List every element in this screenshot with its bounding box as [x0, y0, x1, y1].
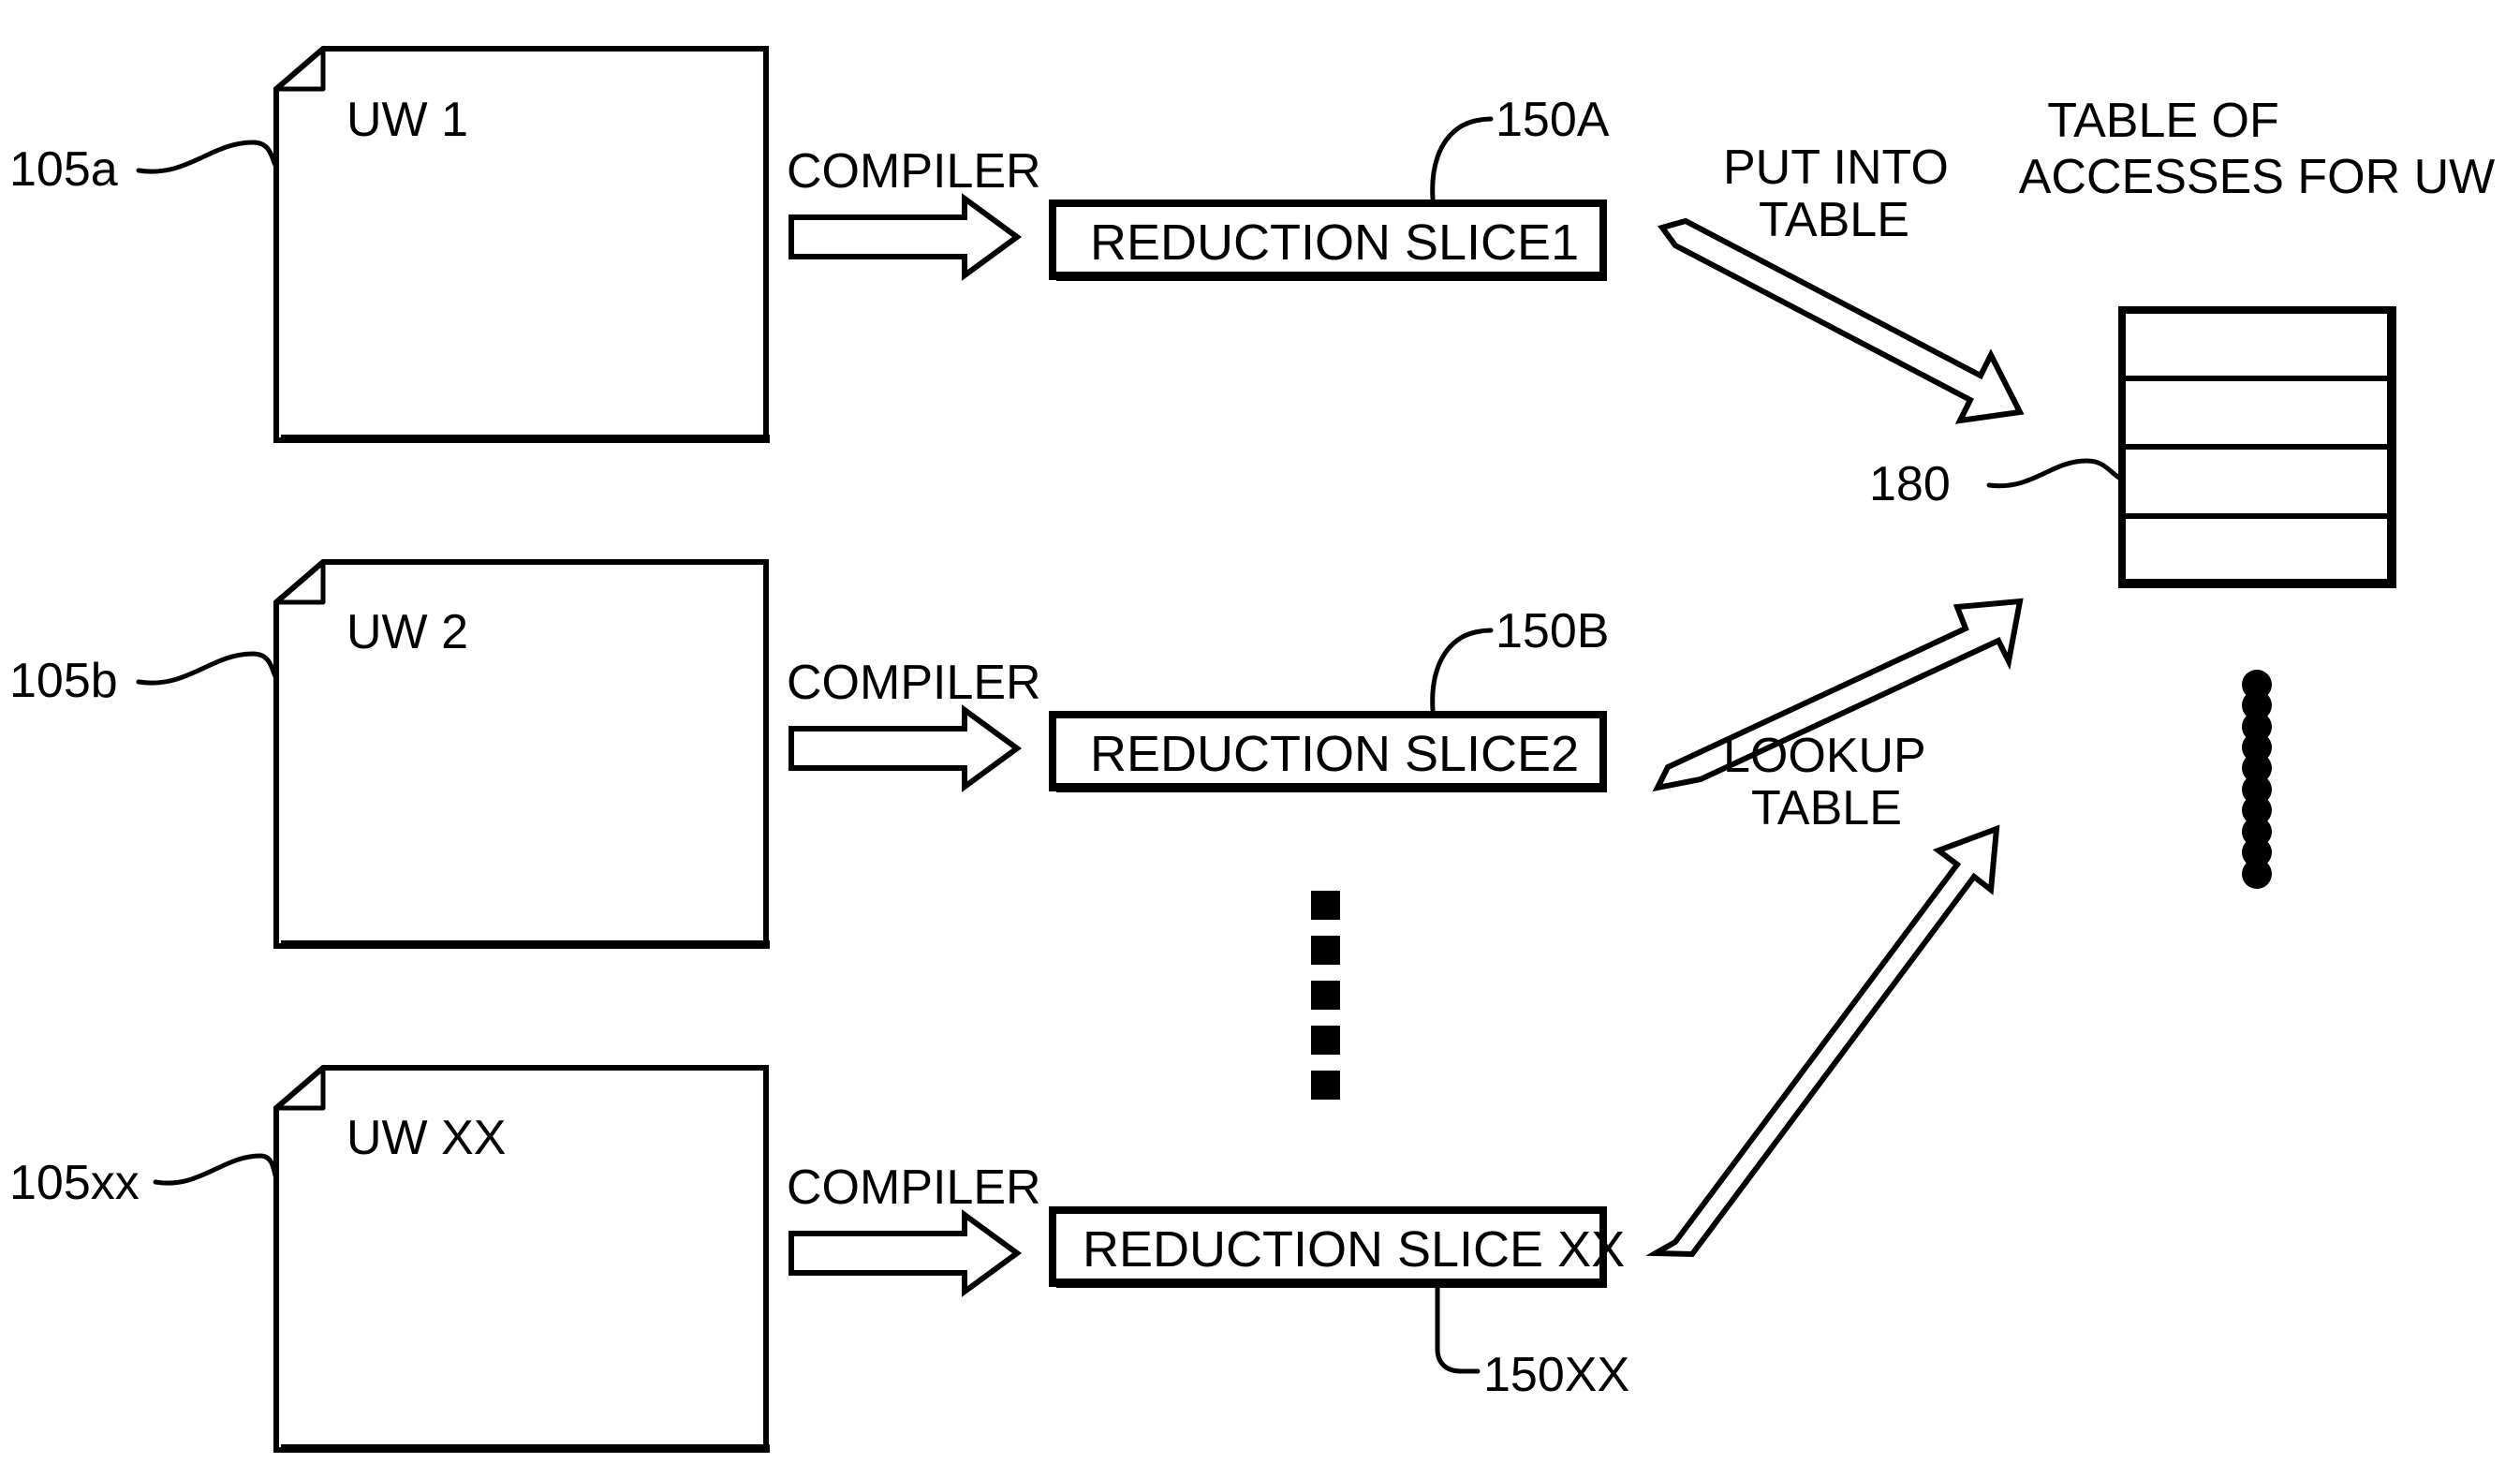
reduction-slice-label: REDUCTION SLICE XX — [1083, 1221, 1625, 1278]
document-bottom-shadow — [281, 1444, 770, 1453]
document-bottom-shadow — [281, 435, 770, 443]
document-label: UW 1 — [346, 93, 468, 147]
table-continuation-dots — [2242, 670, 2272, 889]
vertical-ellipsis-squares — [1311, 891, 1340, 1100]
compiler-label: COMPILER — [787, 144, 1041, 199]
table-title-line2: ACCESSES FOR UW — [2019, 150, 2496, 204]
compiler-block-arrow-icon — [788, 704, 1023, 792]
document-group-uw-xx: UW XX 105xx — [9, 1065, 770, 1453]
compiler-block-arrow-icon — [788, 193, 1023, 281]
document-label: UW 2 — [346, 605, 468, 659]
lookup-table-arrow-lower-icon — [1645, 824, 2000, 1258]
flow-arrow-label-line1: PUT INTO — [1723, 140, 1949, 195]
reference-number-105a: 105a — [9, 142, 118, 197]
compiler-step-3: COMPILER — [787, 1160, 1041, 1297]
reference-number-150xx: 150XX — [1483, 1348, 1629, 1402]
reference-number-150a: 150A — [1496, 93, 1610, 147]
reduction-slice-label: REDUCTION SLICE1 — [1090, 214, 1579, 271]
flow-arrow-label-line2: TABLE — [1751, 781, 1902, 835]
flow-arrow-label-line1: LOOKUP — [1723, 729, 1926, 783]
reference-number-150b: 150B — [1496, 604, 1609, 658]
reduction-slice-bottom-shadow — [1056, 272, 1607, 281]
reference-leader-line — [1435, 1285, 1481, 1374]
put-into-table-arrow-icon — [1658, 217, 2025, 424]
lookup-table-arrow-group: LOOKUP TABLE — [1645, 598, 2024, 1258]
compiler-step-1: COMPILER — [787, 144, 1041, 281]
document-group-uw-2: UW 2 105b — [9, 559, 770, 949]
compiler-block-arrow-icon — [788, 1209, 1023, 1297]
patent-figure: UW 1 105a COMPILER REDUCTION SLICE1 150A… — [0, 0, 2520, 1478]
table-title-line1: TABLE OF — [2047, 94, 2279, 148]
put-into-table-arrow-group: PUT INTO TABLE — [1658, 140, 2025, 424]
compiler-step-2: COMPILER — [787, 656, 1041, 792]
reference-leader-line — [153, 1153, 279, 1186]
reference-leader-line — [136, 651, 279, 686]
compiler-label: COMPILER — [787, 1160, 1041, 1215]
compiler-label: COMPILER — [787, 656, 1041, 710]
reference-leader-line — [1430, 628, 1494, 713]
reference-leader-line — [136, 140, 279, 174]
flow-arrow-label-line2: TABLE — [1759, 193, 1909, 247]
reduction-slice-box-1: REDUCTION SLICE1 150A — [1049, 93, 1610, 281]
reduction-slice-box-xx: REDUCTION SLICE XX 150XX — [1049, 1206, 1629, 1402]
reduction-slice-box-2: REDUCTION SLICE2 150B — [1049, 604, 1609, 792]
reference-number-180: 180 — [1869, 457, 1951, 511]
reduction-slice-label: REDUCTION SLICE2 — [1090, 726, 1579, 782]
table-right-shadow — [2387, 314, 2396, 584]
reference-number-105b: 105b — [9, 654, 118, 708]
reference-leader-line — [1430, 116, 1494, 201]
reduction-slice-bottom-shadow — [1056, 783, 1607, 792]
document-bottom-shadow — [281, 940, 770, 949]
reduction-slice-bottom-shadow — [1056, 1278, 1607, 1288]
figure-canvas: UW 1 105a COMPILER REDUCTION SLICE1 150A… — [9, 46, 2495, 1453]
document-label: UW XX — [346, 1111, 506, 1165]
table-bottom-shadow — [2126, 579, 2396, 588]
document-group-uw-1: UW 1 105a — [9, 46, 770, 443]
table-of-accesses-group: TABLE OF ACCESSES FOR UW 180 — [1869, 94, 2495, 889]
reference-leader-line — [1986, 458, 2125, 489]
reference-number-105xx: 105xx — [9, 1156, 140, 1210]
